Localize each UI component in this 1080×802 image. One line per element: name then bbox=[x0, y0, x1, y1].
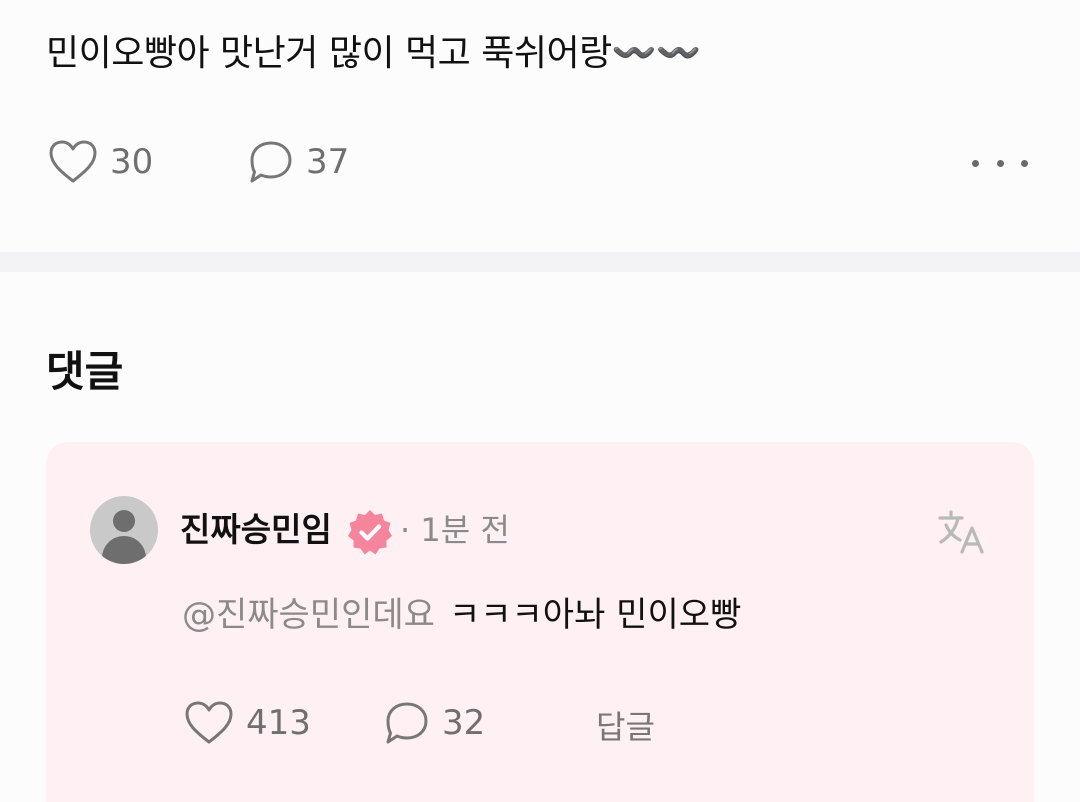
heart-icon bbox=[185, 701, 233, 744]
comment-meta: · 1분 전 bbox=[400, 507, 510, 553]
post-like-button[interactable]: 30 bbox=[48, 139, 153, 185]
comment-reply-count-button[interactable]: 32 bbox=[384, 700, 485, 746]
more-dots-icon bbox=[972, 159, 979, 167]
comment-text: ㅋㅋㅋ아놔 민이오빵 bbox=[448, 595, 742, 635]
post-comment-button[interactable]: 37 bbox=[248, 139, 349, 185]
comment-username[interactable]: 진짜승민임 bbox=[180, 507, 332, 553]
comment-like-count: 413 bbox=[246, 703, 311, 743]
post-text: 민이오빵아 맛난거 많이 먹고 푹쉬어랑〰️〰️ bbox=[46, 33, 701, 74]
reply-button[interactable]: 답글 bbox=[596, 702, 655, 748]
meta-separator: · bbox=[400, 511, 411, 549]
verified-badge-icon bbox=[348, 510, 392, 555]
post-comment-count: 37 bbox=[306, 142, 350, 182]
comments-heading: 댓글 bbox=[46, 347, 124, 396]
post: 민이오빵아 맛난거 많이 먹고 푹쉬어랑〰️〰️ 30 37 bbox=[0, 0, 1080, 252]
speech-bubble-icon bbox=[250, 141, 292, 183]
comment-content: @진짜승민인데요 ㅋㅋㅋ아놔 민이오빵 bbox=[182, 590, 741, 640]
more-options-button[interactable] bbox=[972, 148, 1028, 178]
comment-time: 1분 전 bbox=[420, 511, 510, 549]
comment-like-button[interactable]: 413 bbox=[184, 700, 311, 746]
comment-reply-count: 32 bbox=[442, 703, 486, 743]
default-avatar-icon[interactable] bbox=[90, 496, 158, 564]
comment-mention[interactable]: @진짜승민인데요 bbox=[182, 595, 435, 635]
post-like-count: 30 bbox=[110, 142, 154, 182]
heart-icon bbox=[49, 140, 97, 183]
translate-icon[interactable] bbox=[936, 506, 988, 558]
speech-bubble-icon bbox=[386, 702, 428, 744]
section-divider bbox=[0, 252, 1080, 272]
